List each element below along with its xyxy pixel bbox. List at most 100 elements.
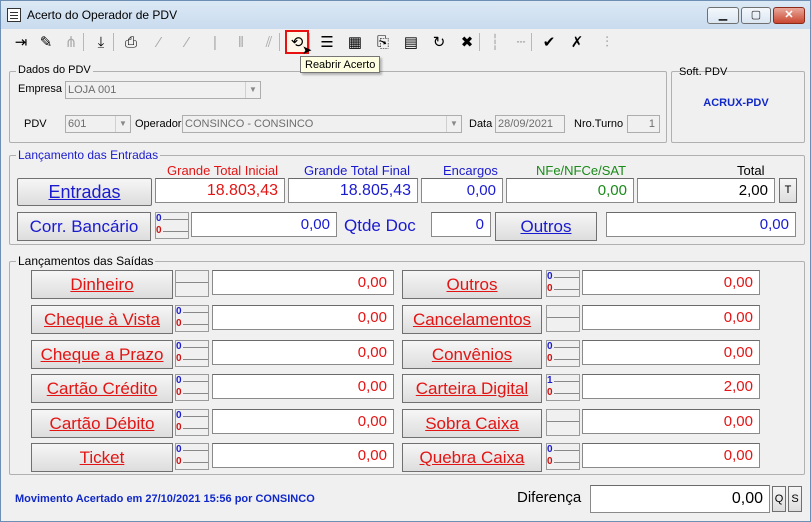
t-button[interactable]: T — [779, 178, 797, 203]
double-bar-button[interactable]: ‖ — [229, 30, 253, 54]
chevron-down-icon: ▼ — [245, 82, 260, 98]
confirm-button[interactable]: ✔ — [537, 30, 561, 54]
quebra-caixa-count-top: 0 — [547, 444, 553, 455]
refresh-button[interactable]: ↻ — [427, 30, 451, 54]
cancel-icon: ✗ — [570, 33, 584, 51]
qtde-doc-label: Qtde Doc — [344, 216, 416, 235]
title-bar: Acerto do Operador de PDV ▁ ▢ ✕ — [1, 1, 810, 29]
cheque-a-prazo-count-bottom: 0 — [176, 353, 182, 364]
quebra-caixa-field: 0,00 — [582, 443, 760, 468]
ticket-button[interactable]: Ticket — [31, 443, 173, 472]
minimize-button[interactable]: ▁ — [707, 7, 739, 24]
dinheiro-button[interactable]: Dinheiro — [31, 270, 173, 299]
operador-select[interactable]: CONSINCO - CONSINCO ▼ — [182, 115, 462, 133]
corr-bancario-count-bottom: 0 — [156, 225, 162, 236]
q-button[interactable]: Q — [772, 486, 786, 512]
dotted-box-button[interactable]: ┄ — [509, 30, 533, 54]
exit-button[interactable]: ⇥ — [9, 30, 33, 54]
download-button[interactable]: ⤓ — [89, 30, 113, 54]
dinheiro-counts — [175, 270, 209, 297]
ticket-counts: 00 — [175, 443, 209, 470]
grid-button[interactable]: ▦ — [343, 30, 367, 54]
carteira-digital-label: Carteira Digital — [415, 379, 529, 398]
check-list-button[interactable]: ⫶ — [595, 30, 619, 54]
save-button[interactable]: ⎙ — [119, 30, 143, 54]
cartao-debito-counts: 00 — [175, 409, 209, 436]
exit-icon: ⇥ — [14, 33, 28, 51]
cheque-a-prazo-button[interactable]: Cheque a Prazo — [31, 340, 173, 369]
list-icon: ☰ — [320, 33, 334, 51]
grande-total-final-header: Grande Total Final — [304, 163, 410, 178]
cartao-credito-button[interactable]: Cartão Crédito — [31, 374, 173, 403]
outros-entradas-field: 0,00 — [606, 212, 796, 237]
cancelamentos-button[interactable]: Cancelamentos — [402, 305, 542, 334]
close-button[interactable]: ✕ — [773, 7, 805, 24]
convenios-label: Convênios — [431, 345, 513, 364]
cartao-debito-count-top: 0 — [176, 410, 182, 421]
cheque-a-vista-count-top: 0 — [176, 306, 182, 317]
sobra-caixa-button[interactable]: Sobra Caixa — [402, 409, 542, 438]
operador-label: Operador — [135, 118, 182, 130]
delete-button[interactable]: ✖ — [455, 30, 479, 54]
turno-field: 1 — [627, 115, 660, 133]
report-button[interactable]: ▤ — [399, 30, 423, 54]
dotted-line-icon: ┆ — [490, 33, 500, 51]
tooltip-reabrir-acerto: Reabrir Acerto — [300, 56, 381, 73]
double-slash-button[interactable]: ⫽ — [257, 30, 281, 54]
cartao-credito-counts: 00 — [175, 374, 209, 401]
convenios-button[interactable]: Convênios — [402, 340, 542, 369]
diferenca-label: Diferença — [517, 489, 582, 506]
cheque-a-vista-counts: 00 — [175, 305, 209, 332]
pen-button[interactable]: ⁄ — [147, 30, 171, 54]
empresa-select[interactable]: LOJA 001 ▼ — [65, 81, 261, 99]
cheque-a-vista-count-bottom: 0 — [176, 318, 182, 329]
cartao-credito-label: Cartão Crédito — [46, 379, 158, 398]
entradas-button[interactable]: Entradas — [17, 178, 152, 206]
chevron-down-icon: ▼ — [446, 116, 461, 132]
carteira-digital-field: 2,00 — [582, 374, 760, 399]
dinheiro-label: Dinheiro — [70, 275, 134, 294]
cartao-credito-field: 0,00 — [212, 374, 394, 399]
dotted-box-icon: ┄ — [516, 33, 526, 51]
quebra-caixa-counts: 00 — [546, 443, 580, 470]
list-button[interactable]: ☰ — [315, 30, 339, 54]
ticket-count-bottom: 0 — [176, 456, 182, 467]
eraser-button[interactable]: ✎ — [34, 30, 58, 54]
cartao-credito-count-bottom: 0 — [176, 387, 182, 398]
confirm-icon: ✔ — [542, 33, 556, 51]
maximize-button[interactable]: ▢ — [741, 7, 771, 24]
bar-button[interactable]: | — [203, 30, 227, 54]
carteira-digital-button[interactable]: Carteira Digital — [402, 374, 542, 403]
corr-bancario-field: 0,00 — [191, 212, 337, 237]
pen2-button[interactable]: ⁄ — [175, 30, 199, 54]
outros-counts: 00 — [546, 270, 580, 297]
cheque-a-prazo-field: 0,00 — [212, 340, 394, 365]
s-button[interactable]: S — [788, 486, 802, 512]
cheque-a-prazo-label: Cheque a Prazo — [40, 345, 164, 364]
soft-pdv-name: ACRUX-PDV — [703, 97, 769, 109]
corr-bancario-button[interactable]: Corr. Bancário — [17, 212, 151, 241]
cancel-button[interactable]: ✗ — [565, 30, 589, 54]
soft-pdv-legend: Soft. PDV — [679, 66, 728, 78]
pen-icon: ⁄ — [157, 33, 161, 51]
sobra-caixa-label: Sobra Caixa — [425, 414, 519, 433]
tree-button[interactable]: ⋔ — [59, 30, 83, 54]
cancelamentos-field: 0,00 — [582, 305, 760, 330]
corr-bancario-count-top: 0 — [156, 213, 162, 224]
outros-entradas-button[interactable]: Outros — [495, 212, 597, 241]
delete-icon: ✖ — [460, 33, 474, 51]
cartao-debito-count-bottom: 0 — [176, 422, 182, 433]
cancelamentos-label: Cancelamentos — [412, 310, 532, 329]
cheque-a-vista-button[interactable]: Cheque à Vista — [31, 305, 173, 334]
nfe-header: NFe/NFCe/SAT — [536, 163, 627, 178]
quebra-caixa-count-bottom: 0 — [547, 456, 553, 467]
quebra-caixa-button[interactable]: Quebra Caixa — [402, 443, 542, 472]
preview-button[interactable]: ⎘ — [371, 30, 395, 54]
window-title: Acerto do Operador de PDV — [27, 8, 178, 22]
pdv-select[interactable]: 601 ▼ — [65, 115, 131, 133]
outros-button[interactable]: Outros — [402, 270, 542, 299]
encargos-header: Encargos — [443, 163, 498, 178]
cancelamentos-counts — [546, 305, 580, 332]
cartao-debito-button[interactable]: Cartão Débito — [31, 409, 173, 438]
dotted-line-button[interactable]: ┆ — [483, 30, 507, 54]
